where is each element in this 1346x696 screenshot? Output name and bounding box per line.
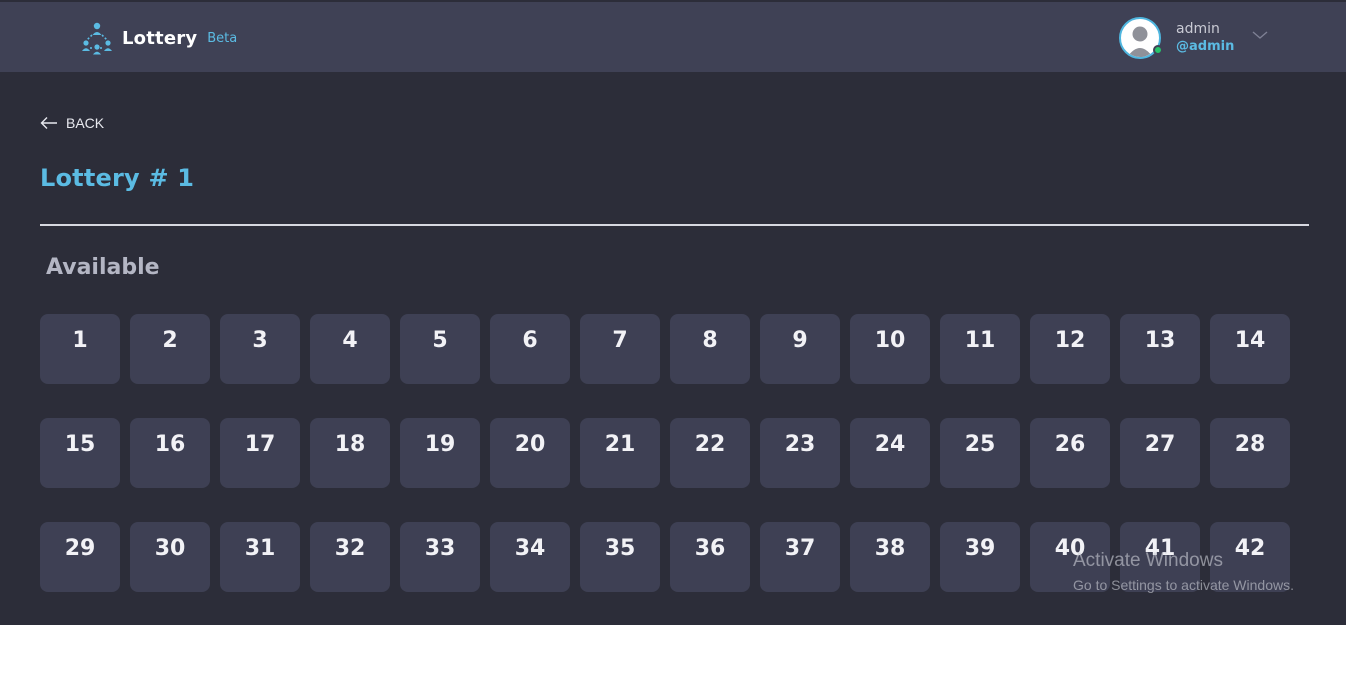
number-tile[interactable]: 6 (490, 314, 570, 384)
people-network-icon (82, 22, 112, 55)
number-tile[interactable]: 9 (760, 314, 840, 384)
number-tile[interactable]: 33 (400, 522, 480, 592)
beta-badge: Beta (207, 30, 238, 46)
number-tile[interactable]: 19 (400, 418, 480, 488)
number-tile[interactable]: 31 (220, 522, 300, 592)
number-tile[interactable]: 5 (400, 314, 480, 384)
number-tile[interactable]: 8 (670, 314, 750, 384)
top-bar: Lottery Beta admin @admin (0, 2, 1346, 72)
online-status-dot (1153, 45, 1163, 55)
section-title-available: Available (46, 255, 160, 280)
arrow-left-icon (40, 117, 57, 129)
number-tile[interactable]: 22 (670, 418, 750, 488)
number-tile[interactable]: 38 (850, 522, 930, 592)
number-tile[interactable]: 42 (1210, 522, 1290, 592)
number-tile[interactable]: 34 (490, 522, 570, 592)
brand-name: Lottery (122, 27, 198, 49)
number-tile[interactable]: 39 (940, 522, 1020, 592)
number-tile[interactable]: 11 (940, 314, 1020, 384)
number-tile[interactable]: 36 (670, 522, 750, 592)
number-tile[interactable]: 23 (760, 418, 840, 488)
number-tile[interactable]: 14 (1210, 314, 1290, 384)
number-tile[interactable]: 17 (220, 418, 300, 488)
number-tile[interactable]: 28 (1210, 418, 1290, 488)
number-tile[interactable]: 7 (580, 314, 660, 384)
number-tile[interactable]: 3 (220, 314, 300, 384)
number-tile[interactable]: 15 (40, 418, 120, 488)
chevron-down-icon[interactable] (1251, 28, 1269, 42)
number-tile[interactable]: 40 (1030, 522, 1110, 592)
number-tile[interactable]: 18 (310, 418, 390, 488)
number-tile[interactable]: 21 (580, 418, 660, 488)
user-name: admin (1176, 21, 1220, 37)
page-title: Lottery # 1 (40, 164, 195, 192)
number-tile[interactable]: 37 (760, 522, 840, 592)
divider (40, 224, 1309, 226)
back-button[interactable]: BACK (40, 112, 104, 134)
number-tile[interactable]: 16 (130, 418, 210, 488)
number-tile[interactable]: 1 (40, 314, 120, 384)
app-window: Lottery Beta admin @admin BACK Lottery #… (0, 0, 1346, 625)
number-tile[interactable]: 29 (40, 522, 120, 592)
number-tile[interactable]: 35 (580, 522, 660, 592)
user-menu[interactable]: admin @admin (1119, 16, 1234, 60)
number-tile[interactable]: 41 (1120, 522, 1200, 592)
number-tile[interactable]: 30 (130, 522, 210, 592)
number-grid: 1 2 3 4 5 6 7 8 9 10 11 12 13 14 15 16 17 18 19 20 21 22 23 24 2… (40, 314, 1300, 592)
number-tile[interactable]: 25 (940, 418, 1020, 488)
number-tile[interactable]: 26 (1030, 418, 1110, 488)
user-info: admin @admin (1176, 21, 1234, 55)
number-tile[interactable]: 20 (490, 418, 570, 488)
number-tile[interactable]: 2 (130, 314, 210, 384)
number-tile[interactable]: 10 (850, 314, 930, 384)
number-tile[interactable]: 12 (1030, 314, 1110, 384)
number-tile[interactable]: 24 (850, 418, 930, 488)
brand[interactable]: Lottery Beta (80, 21, 237, 55)
number-tile[interactable]: 4 (310, 314, 390, 384)
number-tile[interactable]: 32 (310, 522, 390, 592)
back-label: BACK (66, 115, 105, 131)
number-tile[interactable]: 13 (1120, 314, 1200, 384)
user-handle: @admin (1176, 39, 1235, 54)
number-tile[interactable]: 27 (1120, 418, 1200, 488)
